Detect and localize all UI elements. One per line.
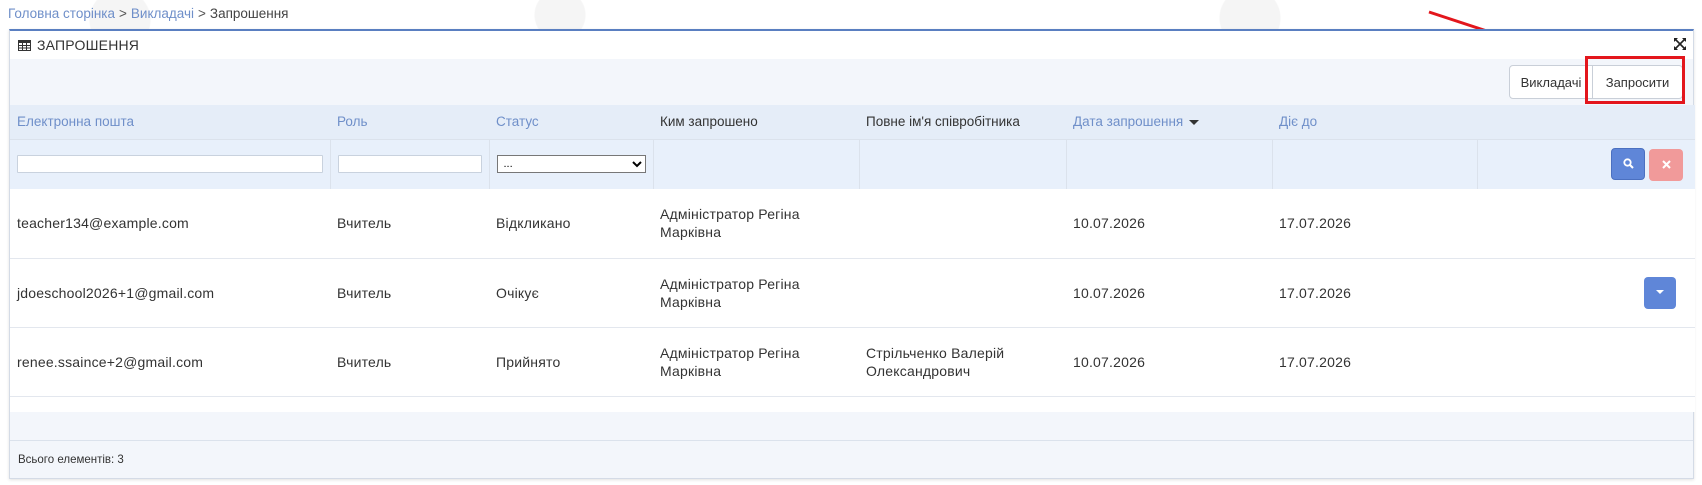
table-row: jdoeschool2026+1@gmail.com Вчитель Очіку…	[10, 258, 1695, 328]
breadcrumb-home[interactable]: Головна сторінка	[8, 6, 115, 21]
cell-valid-until: 17.07.2026	[1272, 258, 1477, 328]
table-spacer	[10, 396, 1695, 412]
cell-invited-by: Адміністратор Регіна Марківна	[653, 327, 859, 397]
total-count: Всього елементів: 3	[18, 453, 124, 466]
column-header-status[interactable]: Статус	[489, 105, 653, 140]
cell-role: Вчитель	[330, 258, 489, 328]
search-button[interactable]	[1611, 147, 1645, 180]
column-header-invited-by: Ким запрошено	[653, 105, 859, 140]
cell-status: Відкликано	[489, 189, 653, 259]
table-row: teacher134@example.com Вчитель Відкликан…	[10, 189, 1695, 259]
breadcrumb-teachers[interactable]: Викладачі	[131, 6, 194, 21]
header-row: Електронна пошта Роль Статус Ким запроше…	[10, 105, 1695, 140]
cell-employee-name: Стрільченко Валерій Олександрович	[859, 327, 1066, 397]
toolbar: Викладачі Запросити	[1509, 65, 1683, 101]
cell-actions	[1477, 258, 1695, 328]
column-header-invite-date[interactable]: Дата запрошення	[1066, 105, 1272, 140]
cell-email: jdoeschool2026+1@gmail.com	[10, 258, 330, 328]
cell-email: teacher134@example.com	[10, 189, 330, 259]
panel-header: ЗАПРОШЕННЯ	[10, 31, 1693, 59]
cell-invite-date: 10.07.2026	[1066, 258, 1272, 328]
cell-actions	[1477, 327, 1695, 397]
cell-email: renee.ssaince+2@gmail.com	[10, 327, 330, 397]
invite-button[interactable]: Запросити	[1593, 65, 1683, 99]
filter-cell-email	[10, 139, 331, 189]
cell-role: Вчитель	[330, 189, 489, 259]
expand-icon[interactable]	[1673, 37, 1687, 51]
email-filter-input[interactable]	[17, 155, 323, 174]
teachers-button[interactable]: Викладачі	[1509, 65, 1593, 99]
role-filter-input[interactable]	[337, 155, 482, 174]
filter-cell-role	[330, 139, 490, 189]
close-icon	[1661, 160, 1671, 169]
table-footer: Всього елементів: 3	[10, 440, 1693, 478]
cell-invited-by: Адміністратор Регіна Марківна	[653, 258, 859, 328]
column-header-actions	[1477, 105, 1695, 140]
invitations-table: Електронна пошта Роль Статус Ким запроше…	[10, 105, 1695, 412]
filter-cell-valid-until	[1272, 139, 1478, 189]
invitations-panel: ЗАПРОШЕННЯ Викладачі Запросити Електронн…	[9, 29, 1695, 479]
column-header-valid-until[interactable]: Діє до	[1272, 105, 1477, 140]
cell-invite-date: 10.07.2026	[1066, 189, 1272, 259]
cell-role: Вчитель	[330, 327, 489, 397]
filter-cell-employee-name	[859, 139, 1067, 189]
breadcrumb-separator: >	[119, 5, 127, 21]
table-row: renee.ssaince+2@gmail.com Вчитель Прийня…	[10, 327, 1695, 397]
column-header-employee-name: Повне ім'я співробітника	[859, 105, 1066, 140]
filter-cell-status: ...	[489, 139, 654, 189]
breadcrumb: Головна сторінка > Викладачі > Запрошенн…	[8, 3, 288, 23]
status-filter-select[interactable]: ...	[496, 155, 646, 174]
chevron-down-icon	[1656, 290, 1664, 294]
column-header-email[interactable]: Електронна пошта	[10, 105, 330, 140]
cell-invited-by: Адміністратор Регіна Марківна	[653, 189, 859, 259]
sort-desc-icon	[1189, 120, 1200, 126]
panel-title: ЗАПРОШЕННЯ	[37, 37, 140, 53]
cell-status: Очікує	[489, 258, 653, 328]
cell-status: Прийнято	[489, 327, 653, 397]
breadcrumb-current: Запрошення	[209, 5, 289, 21]
cell-employee-name	[859, 258, 1066, 328]
row-actions-dropdown-button[interactable]	[1644, 276, 1676, 309]
table-icon	[18, 39, 31, 51]
filter-row: ...	[10, 139, 1695, 189]
column-header-role[interactable]: Роль	[330, 105, 489, 140]
cell-invite-date: 10.07.2026	[1066, 327, 1272, 397]
breadcrumb-separator: >	[198, 5, 206, 21]
cell-actions	[1477, 189, 1695, 259]
cell-valid-until: 17.07.2026	[1272, 327, 1477, 397]
filter-cell-actions	[1477, 139, 1695, 189]
clear-filters-button[interactable]	[1649, 148, 1683, 181]
column-header-invite-date-label: Дата запрошення	[1073, 114, 1184, 130]
cell-employee-name	[859, 189, 1066, 259]
filter-cell-invited-by	[653, 139, 860, 189]
cell-valid-until: 17.07.2026	[1272, 189, 1477, 259]
search-icon	[1622, 158, 1634, 169]
filter-cell-invite-date	[1066, 139, 1273, 189]
